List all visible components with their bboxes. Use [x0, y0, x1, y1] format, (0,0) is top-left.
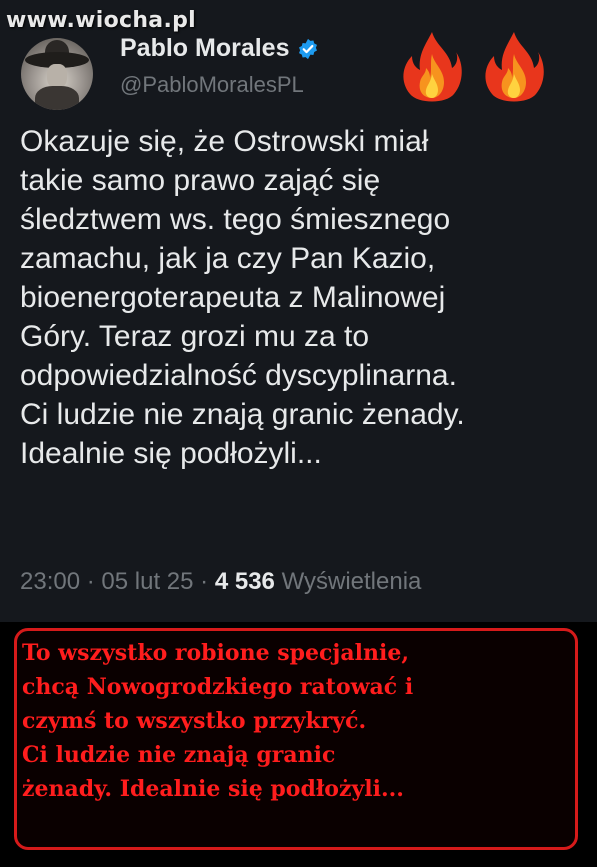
- fire-emoji-icon: [403, 32, 462, 102]
- caption-line: chcą Nowogrodzkiego ratować i: [22, 674, 414, 700]
- tweet-card: www.wiocha.pl Pablo Morales @PabloMorale…: [0, 0, 597, 622]
- meta-separator: ·: [86, 568, 95, 595]
- tweet-body-line: takie samo prawo zająć się: [20, 164, 381, 197]
- caption-line: To wszystko robione specjalnie,: [22, 640, 409, 666]
- author-handle[interactable]: @PabloMoralesPL: [120, 72, 304, 98]
- fire-emoji-icon: [485, 32, 544, 102]
- tweet-body-line: Idealnie się podłożyli...: [20, 437, 322, 470]
- avatar[interactable]: [21, 38, 93, 110]
- tweet-body-line: zamachu, jak ja czy Pan Kazio,: [20, 242, 436, 275]
- tweet-body-line: odpowiedzialność dyscyplinarna.: [20, 359, 457, 392]
- caption-line: Ci ludzie nie znają granic: [22, 742, 336, 768]
- views-label: Wyświetlenia: [281, 568, 422, 595]
- caption-line: czymś to wszystko przykryć.: [22, 708, 367, 734]
- caption-text: To wszystko robione specjalnie, chcą Now…: [22, 636, 582, 806]
- tweet-body-line: Góry. Teraz grozi mu za to: [20, 320, 370, 353]
- tweet-body-line: bioenergoterapeuta z Malinowej: [20, 281, 446, 314]
- views-count: 4 536: [214, 568, 275, 595]
- tweet-date[interactable]: 05 lut 25: [101, 568, 193, 595]
- tweet-time[interactable]: 23:00: [20, 568, 80, 595]
- author-row: Pablo Morales: [120, 34, 319, 63]
- tweet-meta: 23:00 · 05 lut 25 · 4 536 Wyświetlenia: [20, 568, 421, 596]
- tweet-body-line: Okazuje się, że Ostrowski miał: [20, 125, 429, 158]
- avatar-face: [47, 64, 67, 88]
- verified-badge-icon: [298, 38, 317, 59]
- tweet-body-line: śledztwem ws. tego śmiesznego: [20, 203, 451, 236]
- site-watermark: www.wiocha.pl: [6, 8, 196, 33]
- caption-line: żenady. Idealnie się podłożyli...: [22, 776, 404, 802]
- tweet-body-line: Ci ludzie nie znają granic żenady.: [20, 398, 465, 431]
- fire-emojis: [400, 30, 546, 106]
- author-name[interactable]: Pablo Morales: [120, 34, 290, 63]
- meta-separator: ·: [200, 568, 209, 595]
- tweet-body: Okazuje się, że Ostrowski miał takie sam…: [20, 122, 590, 473]
- avatar-body: [35, 86, 79, 110]
